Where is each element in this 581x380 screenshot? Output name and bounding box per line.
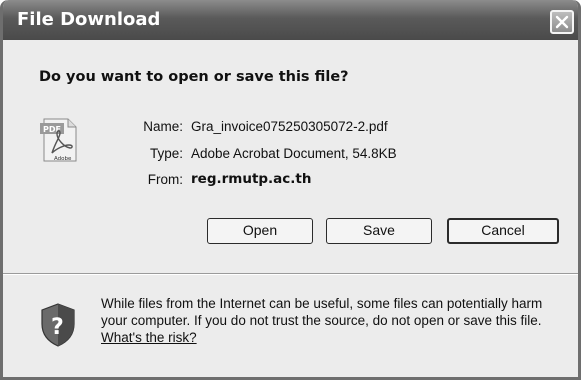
- file-source-value: reg.rmutp.ac.th: [191, 171, 312, 187]
- title-bar[interactable]: File Download: [3, 0, 578, 40]
- dialog-title: File Download: [17, 9, 161, 30]
- close-button[interactable]: [550, 10, 574, 34]
- whats-the-risk-link[interactable]: What's the risk?: [101, 330, 197, 345]
- security-warning: While files from the Internet can be use…: [101, 295, 571, 346]
- close-icon: [555, 15, 569, 29]
- dialog-question: Do you want to open or save this file?: [39, 69, 349, 85]
- name-label: Name:: [143, 119, 183, 134]
- file-name-value: Gra_invoice075250305072-2.pdf: [191, 119, 388, 134]
- from-label: From:: [147, 172, 183, 187]
- save-button[interactable]: Save: [326, 218, 432, 244]
- warning-text: While files from the Internet can be use…: [101, 296, 543, 328]
- open-button-label: Open: [242, 222, 278, 238]
- save-button-label: Save: [363, 222, 395, 238]
- cancel-button[interactable]: Cancel: [447, 218, 559, 244]
- file-download-dialog: File Download Do you want to open or sav…: [0, 0, 581, 380]
- shield-question-icon: ?: [39, 302, 77, 348]
- cancel-button-label: Cancel: [481, 222, 525, 238]
- svg-text:?: ?: [51, 315, 64, 340]
- open-button[interactable]: Open: [207, 218, 313, 244]
- file-type-value: Adobe Acrobat Document, 54.8KB: [191, 146, 397, 161]
- type-label: Type:: [149, 146, 183, 161]
- divider: [3, 273, 578, 275]
